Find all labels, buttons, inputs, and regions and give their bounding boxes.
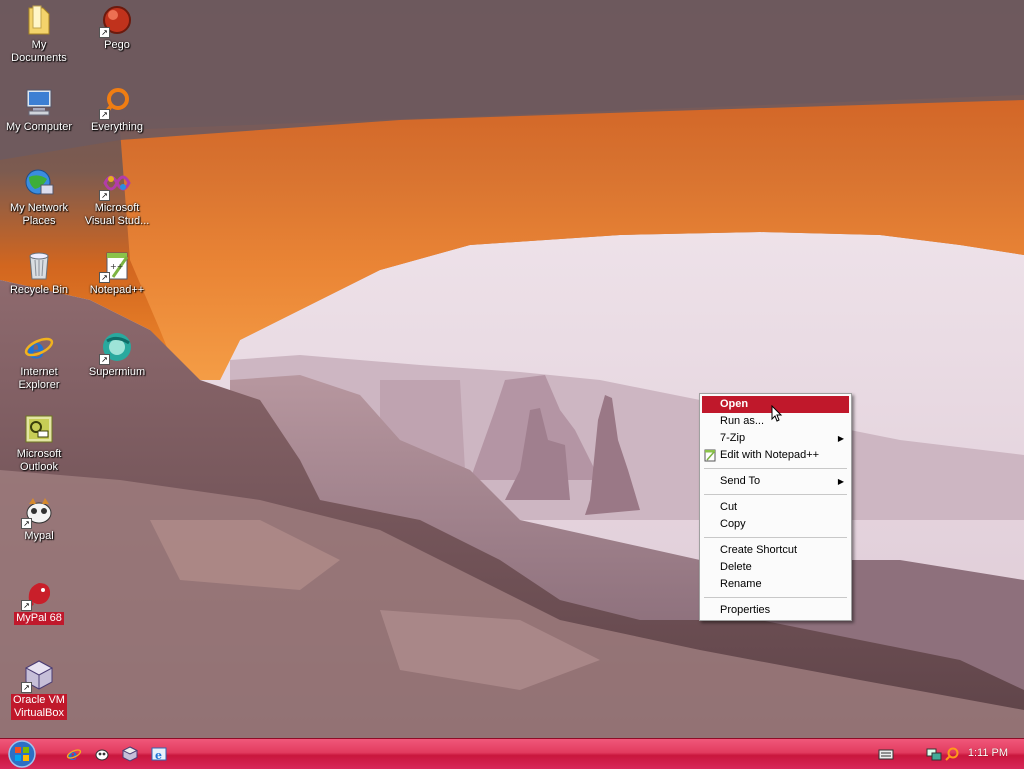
menu-item-delete[interactable]: Delete — [702, 559, 849, 576]
menu-item-label: Run as... — [720, 415, 765, 427]
desktop-icon-my-computer[interactable]: My Computer — [1, 86, 77, 134]
virtualbox-icon: ↗ — [21, 659, 55, 693]
desktop-icon-recycle-bin[interactable]: Recycle Bin — [1, 249, 77, 297]
network-icon — [23, 167, 55, 199]
desktop-icon-my-documents[interactable]: My Documents — [1, 4, 77, 65]
desktop-icon-label: Recycle Bin — [9, 284, 69, 296]
mypal-icon[interactable] — [94, 746, 110, 762]
shortcut-arrow-icon: ↗ — [99, 272, 110, 283]
desktop-icon-everything[interactable]: ↗ Everything — [79, 86, 155, 134]
outlook-icon — [23, 413, 55, 445]
internet-explorer-icon[interactable]: e — [66, 746, 82, 762]
menu-item-rename[interactable]: Rename — [702, 576, 849, 593]
menu-item-edit-with-notepad[interactable]: Edit with Notepad++ — [702, 447, 849, 464]
desktop-icon-label: My Documents — [11, 39, 67, 64]
desktop-icon-label: Internet Explorer — [18, 366, 60, 391]
menu-separator — [704, 597, 847, 598]
desktop-icon-label: Supermium — [88, 366, 146, 378]
keyboard-icon[interactable] — [878, 748, 894, 760]
shortcut-arrow-icon: ↗ — [21, 600, 32, 611]
desktop-icon-label: Mypal — [24, 530, 54, 542]
internet-explorer-icon: e — [23, 331, 55, 363]
menu-item-cut[interactable]: Cut — [702, 499, 849, 516]
desktop-icon-label: Everything — [91, 121, 143, 133]
menu-item-label: 7-Zip — [720, 432, 746, 444]
svg-text:++: ++ — [110, 262, 123, 271]
desktop-icon-label: Pego — [104, 39, 130, 51]
everything-icon: ↗ — [99, 86, 133, 120]
menu-item-create-shortcut[interactable]: Create Shortcut — [702, 542, 849, 559]
pego-icon: ↗ — [99, 4, 133, 38]
mouse-cursor-icon — [771, 405, 783, 422]
menu-item-send-to[interactable]: Send To ▶ — [702, 473, 849, 490]
desktop-icon-label: My Network Places — [9, 202, 69, 227]
menu-item-label: Send To — [720, 475, 761, 487]
everything-tray-icon[interactable] — [944, 746, 960, 762]
mypal68-icon: ↗ — [21, 577, 55, 611]
desktop-icon-internet-explorer[interactable]: e Internet Explorer — [1, 331, 77, 392]
network-tray-icon[interactable] — [926, 746, 942, 762]
shortcut-arrow-icon: ↗ — [99, 354, 110, 365]
submenu-arrow-icon: ▶ — [837, 477, 844, 486]
desktop-icon-mypal[interactable]: ↗ Mypal — [1, 495, 77, 543]
desktop-icon-label: Microsoft Visual Stud... — [84, 202, 150, 227]
visual-studio-icon: ↗ — [99, 167, 133, 201]
desktop-icon-visual-studio[interactable]: ↗ Microsoft Visual Stud... — [79, 167, 155, 228]
desktop-icon-mypal-68[interactable]: ↗ MyPal 68 — [1, 577, 77, 625]
menu-separator — [704, 537, 847, 538]
supermium-icon: ↗ — [99, 331, 133, 365]
desktop[interactable]: My Documents ↗ Pego My Computer ↗ Everyth… — [0, 0, 1024, 738]
context-menu: Open Run as... 7-Zip ▶ Edit with Notepad+… — [699, 393, 852, 621]
menu-separator — [704, 468, 847, 469]
notepad-plus-plus-icon: ++ ↗ — [99, 249, 133, 283]
desktop-icon-label: Oracle VM VirtualBox — [11, 694, 67, 720]
svg-text:e: e — [155, 749, 162, 762]
taskbar-clock[interactable]: 1:11 PM — [968, 747, 1008, 759]
system-tray: 1:11 PM — [878, 739, 1024, 769]
menu-separator — [704, 494, 847, 495]
desktop-icon-supermium[interactable]: ↗ Supermium — [79, 331, 155, 379]
taskbar: e e 1:11 PM — [0, 738, 1024, 769]
mypal-icon: ↗ — [21, 495, 55, 529]
menu-item-properties[interactable]: Properties — [702, 602, 849, 619]
notepad-plus-plus-icon — [704, 449, 716, 462]
computer-icon — [23, 86, 55, 118]
shortcut-arrow-icon: ↗ — [99, 27, 110, 38]
desktop-icon-pego[interactable]: ↗ Pego — [79, 4, 155, 52]
shortcut-arrow-icon: ↗ — [99, 190, 110, 201]
submenu-arrow-icon: ▶ — [837, 434, 844, 443]
shortcut-arrow-icon: ↗ — [21, 518, 32, 529]
desktop-icon-label: My Computer — [5, 121, 73, 133]
desktop-icon-my-network-places[interactable]: My Network Places — [1, 167, 77, 228]
menu-item-copy[interactable]: Copy — [702, 516, 849, 533]
shortcut-arrow-icon: ↗ — [99, 109, 110, 120]
desktop-icon-label: MyPal 68 — [14, 612, 64, 625]
ie-alt-icon[interactable]: e — [151, 746, 167, 762]
desktop-icon-label: Microsoft Outlook — [16, 448, 62, 473]
desktop-icon-microsoft-outlook[interactable]: Microsoft Outlook — [1, 413, 77, 474]
start-button[interactable] — [6, 740, 38, 768]
menu-item-label: Edit with Notepad++ — [720, 449, 820, 461]
folder-icon — [23, 4, 55, 36]
shortcut-arrow-icon: ↗ — [21, 682, 32, 693]
virtualbox-icon[interactable] — [122, 746, 138, 762]
recycle-bin-icon — [23, 249, 55, 281]
menu-item-7-zip[interactable]: 7-Zip ▶ — [702, 430, 849, 447]
desktop-icon-oracle-vm-virtualbox[interactable]: ↗ Oracle VM VirtualBox — [1, 659, 77, 720]
desktop-icon-notepad-plus-plus[interactable]: ++ ↗ Notepad++ — [79, 249, 155, 297]
desktop-icon-label: Notepad++ — [89, 284, 145, 296]
windows-logo-icon — [8, 740, 36, 768]
